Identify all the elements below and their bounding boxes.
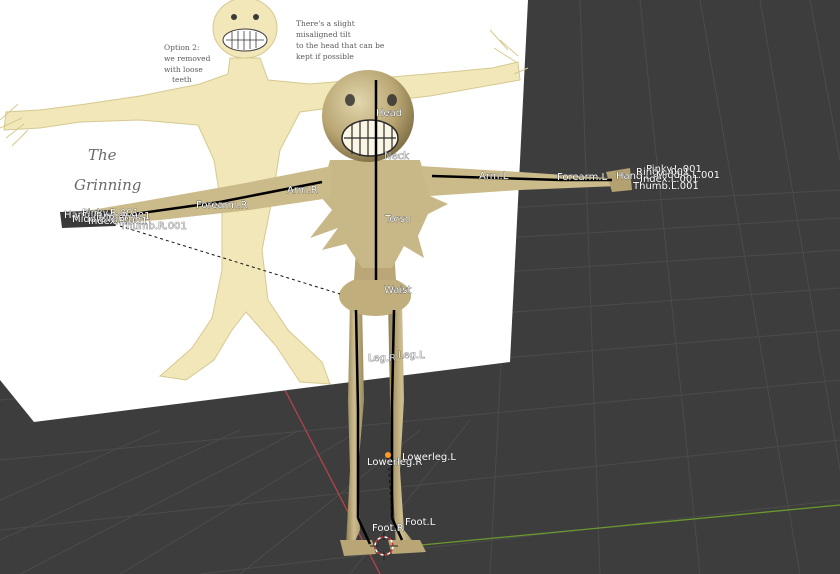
sketch-note-left-1: Option 2: (164, 43, 199, 52)
label-leg-l: Leg.L (398, 350, 425, 361)
label-leg-r: Leg.R (368, 353, 396, 364)
label-head: Head (376, 108, 402, 119)
sketch-note-left-2: we removed (164, 54, 211, 63)
viewport-canvas[interactable]: The Grinning Option 2: we removed with l… (0, 0, 840, 574)
label-arm-r: Arm.R (287, 185, 318, 196)
sketch-title-line-1: The (88, 146, 117, 164)
sketch-note-right-3: to the head that can be (296, 41, 385, 50)
label-thumb-r: Thumb.R.001 (119, 221, 187, 232)
sketch-note-left-4: teeth (172, 75, 192, 84)
sketch-note-right-4: kept if possible (296, 52, 354, 61)
label-thumb-l: Thumb.L.001 (632, 181, 699, 192)
sketch-note-left-3: with loose (164, 65, 203, 74)
label-lowerleg-l: Lowerleg.L (402, 452, 456, 463)
3d-cursor[interactable] (370, 532, 398, 560)
label-forearm-l: Forearm.L (557, 172, 608, 183)
label-forearm-r: Forearm.R (196, 200, 248, 211)
label-torso: Torso (384, 214, 411, 225)
label-neck: Neck (384, 151, 409, 162)
3d-viewport[interactable]: The Grinning Option 2: we removed with l… (0, 0, 840, 574)
label-foot-r: Foot.R (372, 523, 404, 534)
y-axis-line (389, 504, 840, 549)
sketch-note-right-1: There's a slight (296, 19, 355, 28)
sketch-note-right-2: misaligned tilt (296, 30, 351, 39)
label-arm-l: Arm.L (479, 171, 509, 182)
sketch-title-line-2: Grinning (74, 176, 141, 194)
label-waist: Waist (384, 285, 411, 296)
label-foot-l: Foot.L (405, 517, 436, 528)
